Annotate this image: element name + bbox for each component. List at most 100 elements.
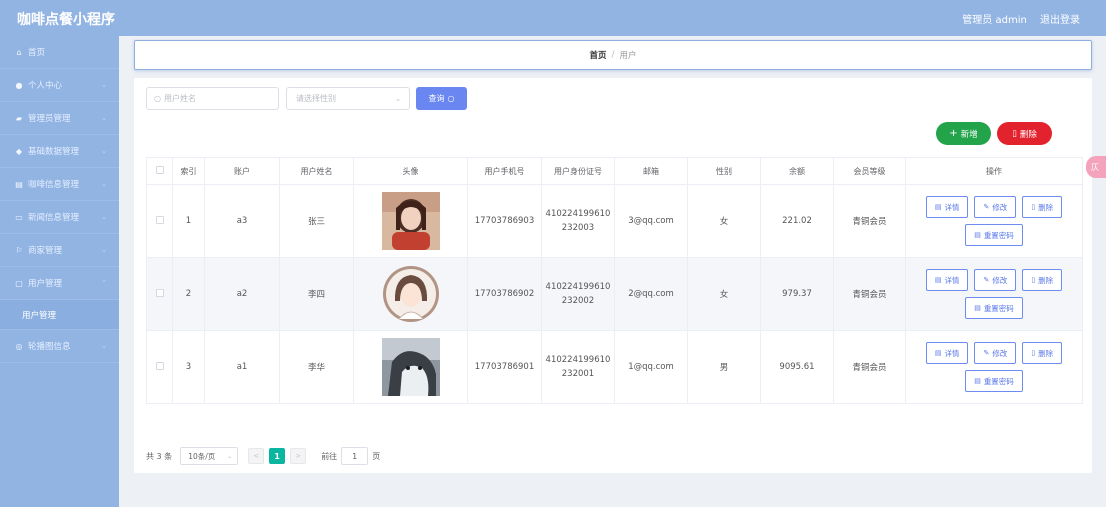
sidebar-item-carousel[interactable]: ◎ 轮播图信息 ⌄ (0, 330, 119, 363)
sidebar-item-profile[interactable]: ● 个人中心 ⌄ (0, 69, 119, 102)
sidebar-item-coffee[interactable]: ▤ 咖啡信息管理 ⌄ (0, 168, 119, 201)
pagination: 共 3 条 10条/页 ⌄ < 1 > 前往 1 页 (146, 447, 380, 465)
sidebar-item-label: 轮播图信息 (28, 342, 71, 352)
balance-cell: 979.37 (760, 257, 834, 331)
data-icon: ◆ (15, 146, 23, 156)
reset-password-label: 重置密码 (983, 376, 1014, 386)
name-search-placeholder: 用户姓名 (163, 94, 196, 103)
avatar-cell (353, 257, 468, 331)
sidebar-item-label: 咖啡信息管理 (28, 180, 80, 190)
row-checkbox[interactable] (155, 361, 164, 370)
sidebar-item-label: 新闻信息管理 (28, 213, 80, 223)
sidebar-subitem-user-management[interactable]: 用户管理 (0, 300, 119, 330)
column-header: 邮箱 (614, 157, 688, 185)
main-content: 首页 / 用户 ○ 用户姓名 请选择性别 ⌄ 查询 ○ + 新增 ▯ 删除 索引… (119, 36, 1106, 507)
edit-label: 修改 (992, 275, 1008, 285)
reset-password-button[interactable]: ▤ 重置密码 (965, 370, 1023, 392)
delete-button[interactable]: ▯ 删除 (1022, 342, 1063, 364)
detail-label: 详情 (944, 202, 960, 212)
row-checkbox[interactable] (155, 215, 164, 224)
avatar (382, 266, 439, 322)
row-checkbox-cell[interactable] (146, 184, 173, 258)
detail-button[interactable]: ▤ 详情 (925, 269, 969, 291)
email-cell: 2@qq.com (614, 257, 688, 331)
sidebar-item-admin[interactable]: ▰ 管理员管理 ⌄ (0, 102, 119, 135)
name-cell: 张三 (279, 184, 354, 258)
prev-page-button[interactable]: < (248, 448, 265, 464)
reset-password-button[interactable]: ▤ 重置密码 (965, 224, 1023, 246)
store-icon: ⚐ (15, 245, 23, 255)
level-cell: 青铜会员 (833, 257, 906, 331)
column-header: 用户手机号 (467, 157, 542, 185)
sidebar-item-store[interactable]: ⚐ 商家管理 ⌄ (0, 234, 119, 267)
phone-cell: 17703786903 (467, 184, 542, 258)
delete-label: 删除 (1038, 202, 1054, 212)
delete-button[interactable]: ▯ 删除 (1022, 196, 1063, 218)
level-cell: 青铜会员 (833, 330, 906, 404)
search-icon: ○ (154, 94, 161, 103)
trash-icon: ▯ (1031, 349, 1036, 357)
logout-link[interactable]: 退出登录 (1040, 15, 1080, 26)
person-icon: ● (15, 80, 23, 90)
name-cell: 李四 (279, 257, 354, 331)
row-checkbox-cell[interactable] (146, 257, 173, 331)
document-icon: ▤ (934, 203, 942, 211)
page-unit-label: 页 (372, 451, 381, 461)
coffee-icon: ▤ (15, 179, 23, 189)
detail-button[interactable]: ▤ 详情 (925, 342, 969, 364)
row-checkbox[interactable] (155, 288, 164, 297)
add-button[interactable]: + 新增 (936, 122, 991, 145)
avatar (381, 338, 440, 396)
sidebar-item-home[interactable]: ⌂ 首页 (0, 36, 119, 69)
column-header: 性别 (687, 157, 761, 185)
page-size-value: 10条/页 (188, 451, 216, 461)
select-all-cell[interactable] (146, 157, 173, 185)
chevron-down-icon: ⌄ (101, 147, 107, 155)
pencil-icon: ✎ (983, 203, 990, 211)
reset-password-label: 重置密码 (983, 230, 1014, 240)
goto-page-input[interactable]: 1 (341, 447, 369, 465)
document-icon: ▤ (974, 304, 981, 312)
account-cell: a1 (204, 330, 280, 404)
edit-button[interactable]: ✎ 修改 (974, 196, 1017, 218)
sidebar-item-users[interactable]: ▢ 用户管理 ⌃ (0, 267, 119, 300)
admin-icon: ▰ (15, 113, 23, 123)
floating-side-tab[interactable]: 仄 (1086, 156, 1106, 178)
detail-label: 详情 (944, 275, 960, 285)
document-icon: ▤ (934, 276, 942, 284)
id-card-line: 232002 (561, 296, 595, 306)
name-search-input[interactable]: ○ 用户姓名 (146, 87, 279, 110)
id-card-cell: 410224199610 232002 (541, 257, 615, 331)
chevron-down-icon: ⌄ (101, 81, 107, 89)
table-header-row: 索引 账户 用户姓名 头像 用户手机号 用户身份证号 邮箱 性别 余额 会员等级… (146, 157, 1083, 185)
chevron-down-icon: ⌄ (227, 452, 233, 460)
next-page-button[interactable]: > (290, 448, 307, 464)
edit-button[interactable]: ✎ 修改 (974, 269, 1017, 291)
edit-button[interactable]: ✎ 修改 (974, 342, 1017, 364)
sex-select[interactable]: 请选择性别 ⌄ (286, 87, 410, 110)
sex-select-placeholder: 请选择性别 (296, 94, 336, 103)
page-size-select[interactable]: 10条/页 ⌄ (180, 447, 239, 465)
detail-button[interactable]: ▤ 详情 (925, 196, 969, 218)
sidebar-item-label: 个人中心 (28, 81, 63, 91)
trash-icon: ▯ (1031, 203, 1036, 211)
query-button[interactable]: 查询 ○ (416, 87, 467, 110)
pencil-icon: ✎ (983, 276, 990, 284)
batch-delete-button[interactable]: ▯ 删除 (997, 122, 1052, 145)
select-all-checkbox[interactable] (155, 166, 164, 174)
sidebar-item-basic-data[interactable]: ◆ 基础数据管理 ⌄ (0, 135, 119, 168)
sex-cell: 女 (687, 257, 761, 331)
current-page-button[interactable]: 1 (269, 448, 286, 464)
row-checkbox-cell[interactable] (146, 330, 173, 404)
column-header: 索引 (172, 157, 205, 185)
sidebar-item-label: 用户管理 (28, 279, 63, 289)
delete-button[interactable]: ▯ 删除 (1022, 269, 1063, 291)
reset-password-button[interactable]: ▤ 重置密码 (965, 297, 1023, 319)
account-cell: a3 (204, 184, 280, 258)
delete-label: 删除 (1038, 348, 1054, 358)
sidebar-item-news[interactable]: ▭ 新闻信息管理 ⌄ (0, 201, 119, 234)
plus-icon: + (949, 128, 958, 139)
column-header: 操作 (905, 157, 1083, 185)
name-cell: 李华 (279, 330, 354, 404)
breadcrumb-home[interactable]: 首页 (590, 49, 607, 61)
